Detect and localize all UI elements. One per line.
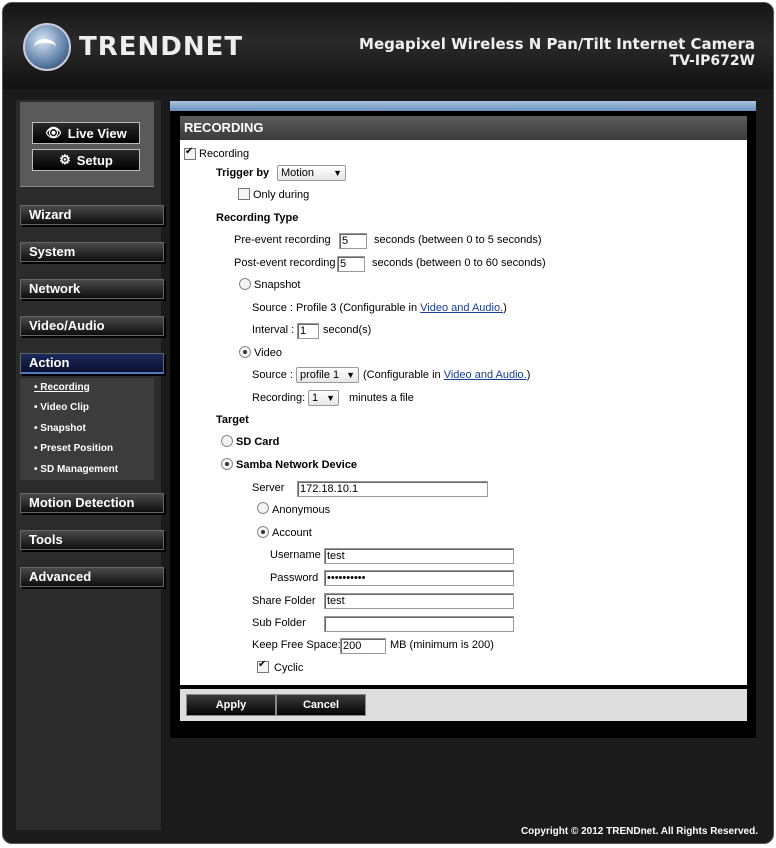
copyright: Copyright © 2012 TRENDnet. All Rights Re… [520,826,758,837]
username-input[interactable]: test [324,548,514,564]
page-title: RECORDING [180,116,747,140]
anonymous-label: Anonymous [272,504,331,516]
video-audio-link[interactable]: Video and Audio. [420,302,503,314]
submenu-snapshot[interactable]: • Snapshot [34,423,86,434]
cyclic-checkbox[interactable] [257,659,269,673]
recording-label: Recording [199,148,250,160]
only-during-checkbox[interactable] [238,188,250,200]
post-event-input[interactable]: 5 [337,256,365,272]
server-input[interactable]: 172.18.10.1 [297,481,488,497]
eye-icon: 👁 [45,125,62,140]
recording-length-select[interactable]: 1 ▼ [308,390,339,406]
snapshot-source: Source : Profile 3 (Configurable in Vide… [252,302,507,314]
apply-button[interactable]: Apply [186,694,276,716]
product-name: Megapixel Wireless N Pan/Tilt Internet C… [359,35,755,53]
interval-label: Interval : [252,324,295,336]
sub-folder-label: Sub Folder [252,617,306,629]
interval-unit: second(s) [323,324,372,336]
pre-event-label: Pre-event recording [234,234,331,246]
post-event-label: Post-event recording [234,257,336,269]
only-during-label: Only during [253,189,310,201]
target-label: Target [216,414,249,426]
video-audio-link-2[interactable]: Video and Audio. [444,369,527,381]
snapshot-label: Snapshot [254,279,301,291]
recording-type-label: Recording Type [216,212,299,224]
keep-free-label: Keep Free Space: [252,639,341,651]
sd-card-label: SD Card [236,436,280,448]
trigger-by-label: Trigger by [216,167,270,179]
pre-event-input[interactable]: 5 [339,233,367,249]
live-view-label: Live View [67,125,127,141]
keep-free-input[interactable]: 200 [340,638,386,654]
video-label: Video [254,347,282,359]
live-view-button[interactable]: 👁 Live View [32,122,140,144]
product-model: TV-IP672W [669,53,755,69]
submenu-sd-management[interactable]: • SD Management [34,464,118,475]
cyclic-label: Cyclic [274,662,304,674]
chevron-down-icon: ▼ [333,168,342,178]
nav-advanced[interactable]: Advanced [20,567,164,587]
recording-checkbox[interactable] [184,146,196,160]
recording-form: Recording Trigger by Motion▼ Only during… [180,140,747,685]
submenu-recording[interactable]: • Recording [34,382,90,393]
username-label: Username [270,549,321,561]
pre-event-hint: seconds (between 0 to 5 seconds) [374,234,542,246]
video-source-hint: (Configurable in Video and Audio.) [363,369,531,381]
trendnet-logo: TRENDNET [23,23,243,71]
product-info: Megapixel Wireless N Pan/Tilt Internet C… [359,35,755,69]
server-label: Server [252,482,285,494]
sd-card-radio[interactable] [221,435,233,447]
header: TRENDNET Megapixel Wireless N Pan/Tilt I… [3,3,773,89]
trigger-select[interactable]: Motion ▼ [277,165,346,181]
nav-action[interactable]: Action [20,353,164,374]
nav-tools[interactable]: Tools [20,530,164,550]
submenu-preset-position[interactable]: • Preset Position [34,443,113,454]
recording-length-unit: minutes a file [349,392,414,404]
interval-input[interactable]: 1 [297,323,319,339]
post-event-hint: seconds (between 0 to 60 seconds) [372,257,546,269]
video-source-label: Source : [252,369,293,381]
samba-label: Samba Network Device [236,459,358,471]
anonymous-radio[interactable] [257,502,269,514]
nav-wizard[interactable]: Wizard [20,205,164,225]
snapshot-radio[interactable] [239,278,251,290]
recording-length-label: Recording: [252,392,306,404]
video-source-select[interactable]: profile 1 ▼ [296,367,359,383]
nav-motion-detection[interactable]: Motion Detection [20,493,164,513]
sub-folder-input[interactable] [324,616,514,632]
account-radio[interactable] [257,526,269,538]
password-label: Password [270,572,319,584]
share-folder-label: Share Folder [252,595,316,607]
video-radio[interactable] [239,346,251,358]
nav-system[interactable]: System [20,242,164,262]
gear-icon: ⚙ [59,152,71,167]
cancel-button[interactable]: Cancel [276,694,366,716]
chevron-down-icon: ▼ [326,393,335,403]
password-input[interactable]: •••••••••• [324,570,514,586]
trendnet-logo-icon [23,23,71,71]
share-folder-input[interactable]: test [324,593,514,609]
brand-name: TRENDNET [79,32,244,62]
nav-network[interactable]: Network [20,279,164,299]
setup-label: Setup [76,152,113,168]
content-top-bar [170,101,756,111]
keep-free-hint: MB (minimum is 200) [390,639,494,651]
account-label: Account [272,527,312,539]
samba-radio[interactable] [221,458,233,470]
setup-button[interactable]: ⚙ Setup [32,149,140,171]
submenu-video-clip[interactable]: • Video Clip [34,402,89,413]
view-mode-box [20,102,154,187]
action-submenu: • Recording • Video Clip • Snapshot • Pr… [20,378,154,480]
chevron-down-icon: ▼ [346,370,355,380]
nav-video-audio[interactable]: Video/Audio [20,316,164,336]
